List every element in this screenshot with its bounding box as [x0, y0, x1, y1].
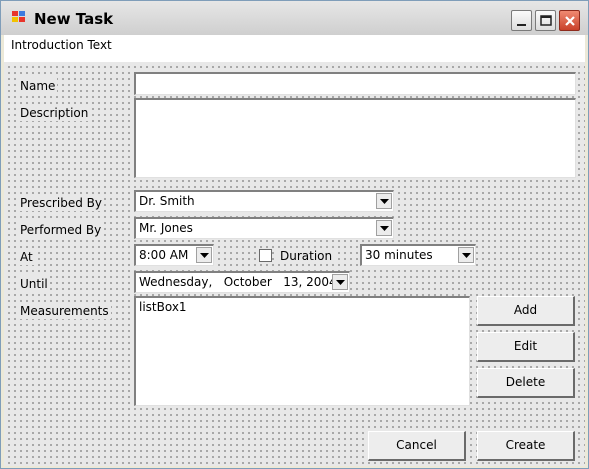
window-title: New Task [34, 10, 114, 28]
minimize-icon [517, 24, 526, 26]
chevron-down-icon [380, 199, 389, 204]
until-date-value: Wednesday, October 13, 2004 [139, 275, 337, 289]
at-time-picker[interactable]: 8:00 AM [134, 244, 214, 266]
measurements-listbox[interactable]: listBox1 [134, 296, 470, 406]
until-date-picker[interactable]: Wednesday, October 13, 2004 [134, 271, 350, 293]
until-date-dropdown-button[interactable] [332, 274, 348, 290]
measurements-label: Measurements [18, 303, 111, 319]
edit-button[interactable]: Edit [477, 332, 575, 362]
name-label: Name [18, 78, 58, 94]
performed-by-dropdown-button[interactable] [376, 220, 392, 236]
duration-value: 30 minutes [365, 248, 433, 262]
duration-select[interactable]: 30 minutes [360, 244, 476, 266]
chevron-down-icon [336, 280, 345, 285]
delete-button[interactable]: Delete [477, 368, 575, 398]
intro-panel: Introduction Text [4, 35, 585, 63]
duration-label: Duration [278, 248, 335, 264]
listbox-item[interactable]: listBox1 [139, 300, 187, 314]
title-bar[interactable]: New Task [1, 1, 588, 35]
maximize-icon [540, 15, 552, 26]
intro-text: Introduction Text [11, 38, 112, 52]
prescribed-by-label: Prescribed By [18, 195, 104, 211]
at-time-value: 8:00 AM [139, 248, 189, 262]
new-task-window: New Task Introduction Text Name Descript… [0, 0, 589, 469]
maximize-button[interactable] [535, 10, 556, 31]
chevron-down-icon [380, 226, 389, 231]
duration-checkbox[interactable] [259, 249, 272, 262]
create-button[interactable]: Create [477, 431, 575, 461]
app-icon [12, 11, 28, 25]
prescribed-by-select[interactable]: Dr. Smith [134, 190, 394, 212]
close-button[interactable] [559, 10, 580, 31]
at-time-dropdown-button[interactable] [196, 247, 212, 263]
description-label: Description [18, 105, 91, 121]
at-label: At [18, 249, 35, 265]
until-label: Until [18, 276, 50, 292]
add-button[interactable]: Add [477, 296, 575, 326]
description-field[interactable] [134, 98, 576, 178]
performed-by-label: Performed By [18, 222, 104, 238]
performed-by-select[interactable]: Mr. Jones [134, 217, 394, 239]
prescribed-by-value: Dr. Smith [139, 194, 195, 208]
minimize-button[interactable] [511, 10, 532, 31]
name-field[interactable] [134, 72, 576, 95]
close-icon [565, 16, 575, 26]
chevron-down-icon [200, 253, 209, 258]
performed-by-value: Mr. Jones [139, 221, 193, 235]
prescribed-by-dropdown-button[interactable] [376, 193, 392, 209]
chevron-down-icon [462, 253, 471, 258]
duration-dropdown-button[interactable] [458, 247, 474, 263]
cancel-button[interactable]: Cancel [368, 431, 466, 461]
